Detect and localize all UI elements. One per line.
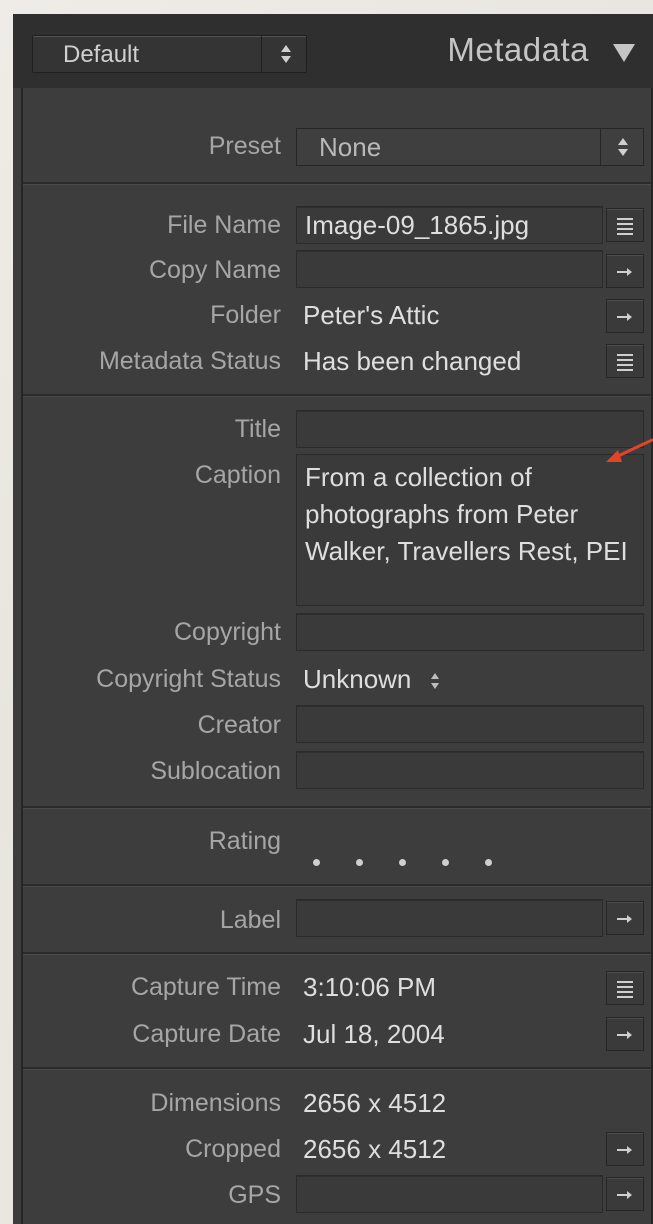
preset-value: None: [319, 132, 382, 162]
creator-label: Creator: [197, 711, 281, 739]
capture-time-value: 3:10:06 PM: [303, 972, 436, 1002]
metadata-panel: Default Metadata Preset None File Name I…: [13, 14, 653, 1224]
arrow-right-icon[interactable]: [606, 299, 644, 333]
panel-title[interactable]: Metadata: [447, 31, 589, 69]
section-divider: [23, 1067, 651, 1070]
caption-label: Caption: [194, 461, 281, 489]
gps-label: GPS: [228, 1181, 281, 1209]
section-divider: [23, 806, 651, 809]
section-divider: [23, 952, 651, 955]
dimensions-label: Dimensions: [150, 1089, 281, 1117]
list-icon[interactable]: [606, 208, 644, 242]
capture-date-label: Capture Date: [132, 1020, 281, 1048]
list-icon[interactable]: [606, 971, 644, 1005]
section-divider: [23, 884, 651, 887]
folder-value: Peter's Attic: [303, 300, 440, 330]
gps-field[interactable]: [296, 1175, 603, 1213]
copyright-status-label: Copyright Status: [96, 665, 281, 693]
rating-stars[interactable]: [313, 842, 528, 873]
file-name-label: File Name: [167, 211, 281, 239]
up-down-arrows-icon: [429, 666, 441, 696]
sublocation-field[interactable]: [296, 751, 644, 789]
arrow-right-icon[interactable]: [606, 1017, 644, 1051]
section-divider: [23, 182, 651, 185]
select-divider: [261, 36, 262, 72]
cropped-label: Cropped: [185, 1135, 281, 1163]
copyright-status-value: Unknown: [303, 664, 412, 694]
preset-label: Preset: [208, 132, 281, 160]
arrow-right-icon[interactable]: [606, 254, 644, 288]
arrow-right-icon[interactable]: [606, 1132, 644, 1166]
capture-time-label: Capture Time: [130, 973, 281, 1001]
rating-dot[interactable]: [442, 859, 449, 866]
copyright-status-select[interactable]: Unknown: [303, 664, 441, 696]
file-name-value: Image-09_1865.jpg: [305, 210, 530, 240]
metadata-fields: Preset None File Name Image-09_1865.jpg: [21, 88, 653, 1224]
metadata-status-label: Metadata Status: [98, 347, 281, 375]
rating-dot[interactable]: [356, 859, 363, 866]
title-field[interactable]: [296, 410, 644, 448]
rating-dot[interactable]: [485, 859, 492, 866]
preset-select[interactable]: None: [296, 128, 644, 166]
label-label: Label: [219, 906, 281, 934]
creator-field[interactable]: [296, 705, 644, 743]
arrow-right-icon[interactable]: [606, 901, 644, 935]
arrow-right-icon[interactable]: [606, 1177, 644, 1211]
collapse-triangle-icon[interactable]: [611, 42, 637, 64]
section-divider: [23, 394, 651, 397]
cropped-value: 2656 x 4512: [303, 1134, 447, 1164]
copyright-field[interactable]: [296, 613, 644, 651]
caption-field[interactable]: From a collection of photographs from Pe…: [296, 454, 644, 606]
select-divider: [600, 129, 601, 165]
rating-dot[interactable]: [399, 859, 406, 866]
rating-label: Rating: [208, 827, 281, 855]
metadata-view-preset-select[interactable]: Default: [32, 35, 307, 73]
rating-dot[interactable]: [313, 859, 320, 866]
file-name-field[interactable]: Image-09_1865.jpg: [296, 206, 603, 244]
dimensions-value: 2656 x 4512: [303, 1088, 447, 1118]
copy-name-field[interactable]: [296, 250, 603, 288]
title-label: Title: [234, 415, 281, 443]
capture-date-value: Jul 18, 2004: [303, 1019, 445, 1049]
up-down-arrows-icon: [279, 43, 293, 65]
metadata-status-value: Has been changed: [303, 346, 522, 376]
list-icon[interactable]: [606, 344, 644, 378]
copyright-label: Copyright: [174, 618, 281, 646]
caption-value: From a collection of photographs from Pe…: [305, 462, 628, 566]
copy-name-label: Copy Name: [149, 256, 281, 284]
label-field[interactable]: [296, 899, 603, 937]
up-down-arrows-icon: [616, 136, 630, 158]
metadata-view-preset-label: Default: [63, 41, 140, 68]
panel-header: Default Metadata: [13, 14, 653, 88]
sublocation-label: Sublocation: [150, 757, 281, 785]
folder-label: Folder: [210, 301, 281, 329]
annotation-arrow-icon: [600, 426, 653, 474]
